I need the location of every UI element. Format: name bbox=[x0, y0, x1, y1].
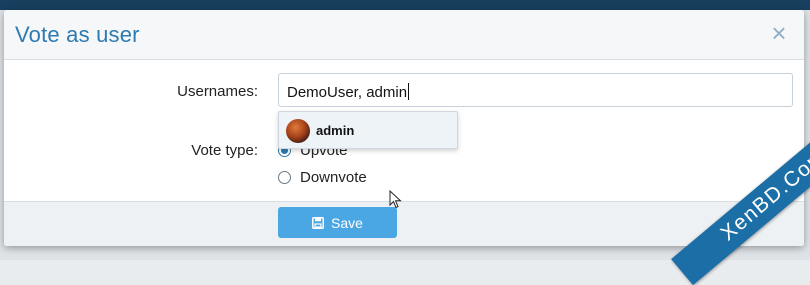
save-icon bbox=[312, 216, 325, 229]
vote-type-label: Vote type: bbox=[191, 142, 258, 159]
usernames-input[interactable]: DemoUser, admin bbox=[278, 73, 793, 107]
mouse-cursor-icon bbox=[389, 190, 402, 209]
text-caret bbox=[408, 83, 410, 100]
downvote-option[interactable]: Downvote bbox=[278, 169, 367, 186]
autocomplete-suggestion[interactable]: admin bbox=[278, 111, 458, 149]
downvote-radio[interactable] bbox=[278, 171, 291, 184]
avatar bbox=[286, 119, 310, 143]
downvote-label: Downvote bbox=[300, 169, 367, 186]
usernames-label: Usernames: bbox=[177, 83, 258, 100]
dialog-header: Vote as user × bbox=[4, 10, 804, 60]
background-top-bar bbox=[0, 0, 810, 10]
dialog-footer bbox=[4, 201, 804, 246]
save-button-label: Save bbox=[331, 214, 363, 231]
usernames-input-value: DemoUser, admin bbox=[287, 84, 408, 101]
save-button[interactable]: Save bbox=[278, 207, 397, 238]
dialog-title: Vote as user bbox=[15, 22, 140, 47]
vote-as-user-dialog: Vote as user × Usernames: DemoUser, admi… bbox=[4, 10, 804, 246]
close-icon[interactable]: × bbox=[766, 20, 792, 46]
suggestion-username: admin bbox=[316, 123, 355, 138]
